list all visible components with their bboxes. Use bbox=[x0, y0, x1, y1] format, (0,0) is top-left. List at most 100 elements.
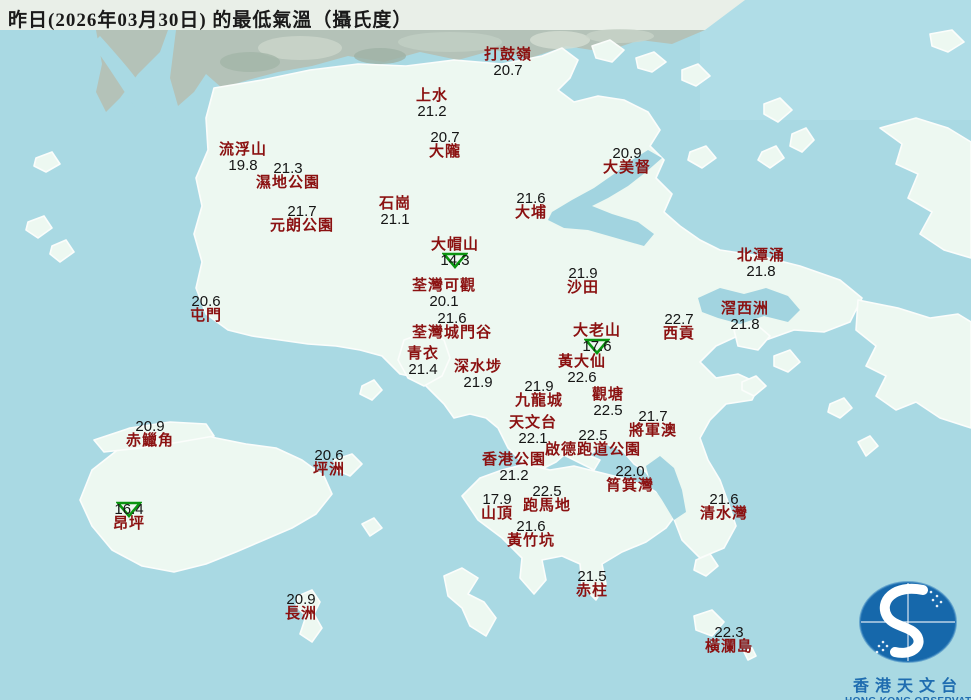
station-name-label: 大埔 bbox=[514, 205, 548, 221]
station-temperature-value: 22.5 bbox=[532, 483, 562, 500]
station-23: 觀塘 22.5 bbox=[591, 387, 625, 419]
station-name-label: 觀塘 bbox=[591, 387, 625, 403]
station-temperature-value: 21.9 bbox=[524, 378, 554, 395]
station-temperature-value: 20.7 bbox=[430, 129, 460, 146]
station-name-label: 打鼓嶺 bbox=[483, 47, 533, 63]
station-name-label: 西貢 bbox=[662, 326, 696, 342]
station-temperature-value: 21.5 bbox=[577, 568, 607, 585]
station-34: 16.4 昂坪 bbox=[112, 501, 146, 532]
station-name-label: 大美督 bbox=[602, 160, 652, 176]
station-7: 石崗 21.1 bbox=[378, 196, 412, 228]
station-temperature-value: 21.3 bbox=[273, 160, 303, 177]
station-17: 21.6 荃灣城門谷 bbox=[412, 311, 492, 341]
station-13: 21.9 沙田 bbox=[567, 266, 599, 296]
station-name-label: 赤鱲角 bbox=[125, 433, 175, 449]
station-22: 21.9 九龍城 bbox=[515, 379, 563, 409]
station-temperature-value: 20.6 bbox=[314, 447, 344, 464]
station-name-label: 青衣 bbox=[406, 346, 440, 362]
station-name-label: 坪洲 bbox=[312, 462, 346, 478]
station-38: 22.3 橫瀾島 bbox=[705, 625, 753, 655]
station-name-label: 長洲 bbox=[284, 606, 318, 622]
station-temperature-value: 20.7 bbox=[493, 62, 523, 79]
station-name-label: 屯門 bbox=[189, 308, 223, 324]
station-temperature-value: 21.7 bbox=[287, 203, 317, 220]
station-name-label: 赤柱 bbox=[575, 583, 609, 599]
station-name-label: 昂坪 bbox=[112, 516, 146, 532]
station-name-label: 元朗公園 bbox=[269, 218, 335, 234]
station-temperature-value: 21.8 bbox=[746, 263, 776, 280]
station-temperature-value: 21.6 bbox=[516, 190, 546, 207]
station-temperature-value: 22.5 bbox=[578, 427, 608, 444]
station-28: 20.6 坪洲 bbox=[313, 448, 345, 478]
station-name-label: 黃竹坑 bbox=[506, 533, 556, 549]
station-30: 22.0 筲箕灣 bbox=[606, 464, 654, 494]
station-name-label: 流浮山 bbox=[218, 142, 268, 158]
station-name-label: 啟德跑道公園 bbox=[544, 442, 642, 458]
station-31: 22.5 跑馬地 bbox=[523, 484, 571, 514]
station-1: 打鼓嶺 20.7 bbox=[483, 47, 533, 79]
station-name-label: 大隴 bbox=[428, 144, 462, 160]
station-name-label: 荃灣城門谷 bbox=[411, 325, 493, 341]
station-temperature-value: 21.6 bbox=[709, 491, 739, 508]
station-temperature-value: 22.3 bbox=[714, 624, 744, 641]
station-name-label: 滘西洲 bbox=[720, 301, 770, 317]
station-temperature-value: 21.2 bbox=[499, 467, 529, 484]
station-name-label: 香港公園 bbox=[481, 452, 547, 468]
station-3: 20.7 大隴 bbox=[429, 130, 461, 160]
station-14: 北潭涌 21.8 bbox=[736, 248, 786, 280]
station-name-label: 清水灣 bbox=[699, 506, 749, 522]
station-6: 21.7 元朗公園 bbox=[270, 204, 334, 234]
station-temperature-value: 21.9 bbox=[463, 374, 493, 391]
station-16: 22.7 西貢 bbox=[663, 312, 695, 342]
station-temperature-value: 21.6 bbox=[516, 518, 546, 535]
station-name-label: 荃灣可觀 bbox=[411, 278, 477, 294]
station-name-label: 北潭涌 bbox=[736, 248, 786, 264]
station-temperature-value: 22.0 bbox=[615, 463, 645, 480]
station-35: 21.6 清水灣 bbox=[700, 492, 748, 522]
station-temperature-value: 16.4 bbox=[114, 501, 144, 518]
logo-name-chinese: 香港天文台 bbox=[852, 678, 963, 695]
station-temperature-value: 21.1 bbox=[380, 211, 410, 228]
station-21: 黃大仙 22.6 bbox=[557, 354, 607, 386]
station-temperature-value: 21.4 bbox=[408, 361, 438, 378]
station-temperature-value: 20.1 bbox=[429, 293, 459, 310]
temperature-map: 昨日(2026年03月30日) 的最低氣溫（攝氏度） 打鼓嶺 20.7 上水 21.2… bbox=[0, 0, 971, 700]
station-name-label: 深水埗 bbox=[453, 359, 503, 375]
station-temperature-value: 21.7 bbox=[638, 408, 668, 425]
station-temperature-value: 17.6 bbox=[582, 338, 612, 355]
station-temperature-value: 22.5 bbox=[593, 402, 623, 419]
station-temperature-value: 21.9 bbox=[568, 265, 598, 282]
station-9: 21.6 大埔 bbox=[515, 191, 547, 221]
station-12: 20.6 屯門 bbox=[190, 294, 222, 324]
station-36: 21.5 赤柱 bbox=[576, 569, 608, 599]
station-name-label: 橫瀾島 bbox=[704, 639, 754, 655]
station-name-label: 黃大仙 bbox=[557, 354, 607, 370]
station-temperature-value: 20.9 bbox=[286, 591, 316, 608]
station-temperature-value: 20.9 bbox=[135, 418, 165, 435]
station-5: 21.3 濕地公園 bbox=[256, 161, 320, 191]
observatory-logo: 香港天文台 HONG KONG OBSERVATORY bbox=[845, 580, 971, 700]
station-temperature-value: 22.6 bbox=[567, 369, 597, 386]
station-32: 17.9 山頂 bbox=[481, 492, 513, 522]
station-temperature-value: 20.9 bbox=[612, 145, 642, 162]
station-19: 深水埗 21.9 bbox=[453, 359, 503, 391]
station-name-label: 石崗 bbox=[378, 196, 412, 212]
station-20: 大老山 17.6 bbox=[573, 324, 621, 355]
station-name-label: 跑馬地 bbox=[522, 498, 572, 514]
station-temperature-value: 14.3 bbox=[440, 252, 470, 269]
station-name-label: 沙田 bbox=[566, 280, 600, 296]
station-18: 青衣 21.4 bbox=[406, 346, 440, 378]
observatory-logo-icon bbox=[859, 581, 957, 663]
station-name-label: 上水 bbox=[415, 88, 449, 104]
station-27: 20.9 赤鱲角 bbox=[126, 419, 174, 449]
station-29: 香港公園 21.2 bbox=[481, 452, 547, 484]
station-name-label: 九龍城 bbox=[514, 393, 564, 409]
stations-layer: 打鼓嶺 20.7 上水 21.2 20.7 大隴 流浮山 19.8 21.3 濕地公園 21.7 元朗… bbox=[0, 0, 971, 700]
logo-name-english: HONG KONG OBSERVATORY bbox=[845, 696, 971, 700]
station-26: 22.5 啟德跑道公園 bbox=[545, 428, 641, 458]
station-temperature-value: 21.8 bbox=[730, 316, 760, 333]
station-10: 大帽山 14.3 bbox=[431, 238, 479, 269]
station-15: 滘西洲 21.8 bbox=[720, 301, 770, 333]
station-37: 20.9 長洲 bbox=[285, 592, 317, 622]
station-33: 21.6 黃竹坑 bbox=[507, 519, 555, 549]
